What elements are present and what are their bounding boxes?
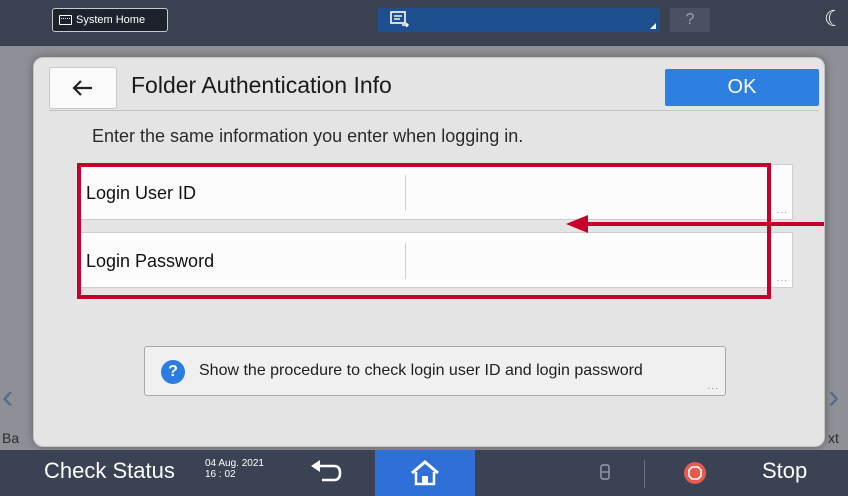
header-divider	[49, 110, 819, 111]
bar-divider	[644, 460, 645, 488]
energy-saver-icon[interactable]: ☾	[824, 6, 844, 32]
dialog-title: Folder Authentication Info	[131, 72, 392, 98]
date-time: 04 Aug. 2021 16 : 02	[205, 458, 264, 480]
procedure-label: Show the procedure to check login user I…	[199, 362, 643, 379]
more-dots: ...	[707, 381, 719, 392]
stop-button[interactable]: Stop	[762, 458, 807, 484]
dialog-header: Folder Authentication Info OK	[49, 64, 819, 110]
stop-icon[interactable]	[684, 462, 706, 484]
undo-icon[interactable]	[308, 458, 344, 488]
folder-authentication-dialog: Folder Authentication Info OK Enter the …	[33, 57, 825, 447]
time-text: 16 : 02	[205, 469, 236, 480]
background-back-label: Ba	[2, 430, 20, 446]
instruction-text: Enter the same information you enter whe…	[92, 126, 524, 146]
help-question-icon: ?	[161, 360, 185, 384]
previous-arrow-icon: ‹	[2, 378, 14, 416]
screen-switch-bar[interactable]	[378, 8, 660, 32]
show-procedure-button[interactable]: ? Show the procedure to check login user…	[144, 346, 726, 396]
next-arrow-icon: ›	[828, 378, 840, 416]
date-text: 04 Aug. 2021	[205, 458, 264, 469]
help-button[interactable]: ?	[670, 8, 710, 32]
bottom-bar: Check Status 04 Aug. 2021 16 : 02 Stop	[0, 450, 848, 496]
system-home-label: System Home	[76, 14, 146, 26]
back-button[interactable]	[49, 67, 117, 109]
check-status-button[interactable]: Check Status	[44, 458, 175, 484]
system-home-button[interactable]: System Home	[52, 8, 168, 32]
home-button[interactable]	[375, 450, 475, 496]
screen-switch-icon	[390, 11, 409, 27]
storage-icon	[600, 464, 610, 480]
background-next-label: xt	[828, 430, 839, 446]
home-icon	[411, 460, 439, 486]
ok-button[interactable]: OK	[665, 69, 819, 106]
more-dots: ...	[776, 273, 788, 284]
expand-corner-icon	[650, 23, 656, 29]
keyboard-icon	[59, 15, 72, 25]
system-top-bar: System Home ? ☾	[0, 0, 848, 46]
pointer-arrow-icon	[566, 215, 824, 233]
back-arrow-icon	[72, 80, 92, 96]
